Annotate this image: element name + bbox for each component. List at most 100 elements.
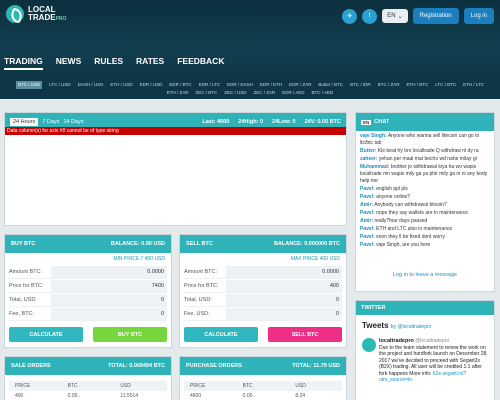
sell-price-input[interactable]: 400 [226,279,342,292]
chat-message-user[interactable]: Pavel: [360,226,375,232]
buy-fee-input[interactable]: 0 [51,307,167,320]
logo[interactable]: LOCAL TRADEPRO [6,5,66,23]
buy-amount-row: Amount BTC: 0.0000 [9,265,167,279]
pair-tab[interactable]: BTC / ZAR [378,81,400,89]
chat-message-text: ETH and LTC also in maintenance [376,226,453,232]
stat-last-label: Last: [202,119,216,125]
chat-message-user[interactable]: Amir: [360,218,373,224]
chat-message-user[interactable]: Amir: [360,202,373,208]
login-button[interactable]: Log in [463,8,494,24]
purchase-orders-header: PRICE BTC USD [184,381,342,391]
table-row[interactable]: 4600 0.00.. 8.24 [184,391,342,400]
pair-tab[interactable]: ETH / ZAR [167,89,189,97]
pair-tab[interactable]: ETH / USD [110,81,132,89]
tab-7-days[interactable]: 7 Days [42,119,59,125]
chat-language-flag[interactable]: EN [361,119,372,125]
sell-balance-value: 0.000000 BTC [304,241,340,247]
chat-message: Pavel: soon they ll be fixed dont worry [360,234,490,241]
pair-tab[interactable]: BTC / AED [312,89,334,97]
pair-tab[interactable]: EDR / DASH [227,81,253,89]
nav-rates[interactable]: RATES [136,56,164,70]
pair-tab[interactable]: BTC / USD [15,81,43,89]
buy-fee-row: Fee, BTC: 0 [9,307,167,321]
sell-calculate-button[interactable]: CALCULATE [184,327,258,342]
chat-message-user[interactable]: Pavel: [360,234,375,240]
chat-message-user[interactable]: Muhammad: [360,164,389,170]
nav-rules[interactable]: RULES [94,56,123,70]
buy-calculate-button[interactable]: CALCULATE [9,327,83,342]
tab-14-days[interactable]: 14 Days [63,119,83,125]
chat-message-user[interactable]: Pavel: [360,186,375,192]
sell-btc-button[interactable]: SELL BTC [268,327,342,342]
chat-messages[interactable]: vaje Singh: Anyone who wanna sell liteco… [356,131,494,268]
chat-message-user[interactable]: Butter: [360,148,376,154]
pair-tab[interactable]: ZEC / USD [224,89,246,97]
chat-login-link[interactable]: Log in to leave a message [356,272,494,278]
pair-tab[interactable]: LTC / USD [49,81,70,89]
language-label: EN [387,13,396,19]
nav-news[interactable]: NEWS [56,56,82,70]
pair-tab[interactable]: Butter / BTC [318,81,343,89]
tweet-handle: @localtradepro [415,338,450,344]
table-row[interactable]: 400 0.00.. 11.5514 [9,391,167,400]
sell-total-input[interactable]: 0 [226,293,342,306]
telegram-icon[interactable]: ✈ [342,8,358,24]
pair-tab[interactable]: LTC / BTC [435,81,456,89]
pair-tab[interactable]: BTC / IDR [350,81,371,89]
sell-amount-row: Amount BTC: 0.0000 [184,265,342,279]
stat-low-label: 24Low: [272,119,291,125]
chat-message-user[interactable]: Pavel: [360,210,375,216]
twitter-icon[interactable]: t [362,8,378,24]
sell-fee-input[interactable]: 0 [226,307,342,320]
pair-tab[interactable]: ZEC / ZAR [254,89,276,97]
tab-24-hours[interactable]: 24 Hours [10,118,39,126]
stat-high: 24High: 0 [238,119,263,125]
chat-message-user[interactable]: Pavel: [360,242,375,248]
chat-message-user[interactable]: Pavel: [360,194,375,200]
buy-price-input[interactable]: 7400 [51,279,167,292]
pair-tab[interactable]: EDR / AED [282,89,304,97]
sale-order-usd: 11.5514 [120,392,139,399]
chat-message-text: vaje Singh, are you here [376,242,431,248]
sale-orders-panel: SALE ORDERS TOTAL: 0.009494 BTC PRICE BTC U… [4,356,172,400]
pair-tab[interactable]: EDR / BTC [169,81,191,89]
buy-amount-label: Amount BTC: [9,268,43,275]
nav-trading[interactable]: TRADING [4,56,43,70]
twitter-panel: TWITTER Tweets by @localtradepro localtr… [355,300,495,400]
buy-amount-input[interactable]: 0.0000 [51,265,167,278]
buy-btc-button[interactable]: BUY BTC [93,327,167,342]
buy-fee-label: Fee, BTC: [9,310,35,317]
pair-tab[interactable]: DASH / USD [78,81,104,89]
stat-volume-value: 0.00 BTC [317,119,341,125]
registration-button[interactable]: Registration [412,8,459,24]
site-header: LOCAL TRADEPRO ✈ t EN ⌄ Registration Log … [0,0,500,84]
stat-low: 24Low: 0 [272,119,296,125]
pair-tab[interactable]: ZEC / BTC [195,89,217,97]
pair-tab[interactable]: EDR / ETH [260,81,282,89]
pair-tab[interactable]: ETH / BTC [406,81,428,89]
sell-amount-input[interactable]: 0.0000 [226,265,342,278]
chat-message-user[interactable]: vaje Singh: [360,133,387,139]
sell-balance: BALANCE: 0.000000 BTC [274,241,340,247]
pair-tab[interactable]: ETH / LTC [463,81,484,89]
buy-price-row: Price for BTC: 7400 [9,279,167,293]
chat-message: zaheer: yehan per maal mat becho wd nahe… [360,156,490,163]
tweets-by[interactable]: by @localtradepro [391,324,432,330]
tweet[interactable]: localtradepro @localtradepro Due to the … [356,332,494,384]
twitter-title: TWITTER [356,301,494,315]
buy-total-input[interactable]: 0 [51,293,167,306]
tweet-user[interactable]: localtradepro [379,338,414,344]
chart-panel: 24 Hours 7 Days 14 Days Last: 4600 24Hig… [4,112,347,226]
stat-last-value: 4600 [217,119,230,125]
chat-message: Amir: Anybody can withdrawal bitcoin? [360,202,490,209]
pair-tab[interactable]: EDR / LTC [199,81,220,89]
language-select[interactable]: EN ⌄ [382,9,408,23]
pair-tab[interactable]: EDR / USD [140,81,163,89]
sell-total-label: Total, USD: [184,296,212,303]
buy-price-label: Price for BTC: [9,282,44,289]
nav-feedback[interactable]: FEEDBACK [177,56,224,70]
stat-volume-label: 24V: [304,119,316,125]
chat-message-user[interactable]: zaheer: [360,156,378,162]
pair-tab[interactable]: EDR / ZAR [289,81,311,89]
buy-title: BUY BTC [11,241,36,247]
